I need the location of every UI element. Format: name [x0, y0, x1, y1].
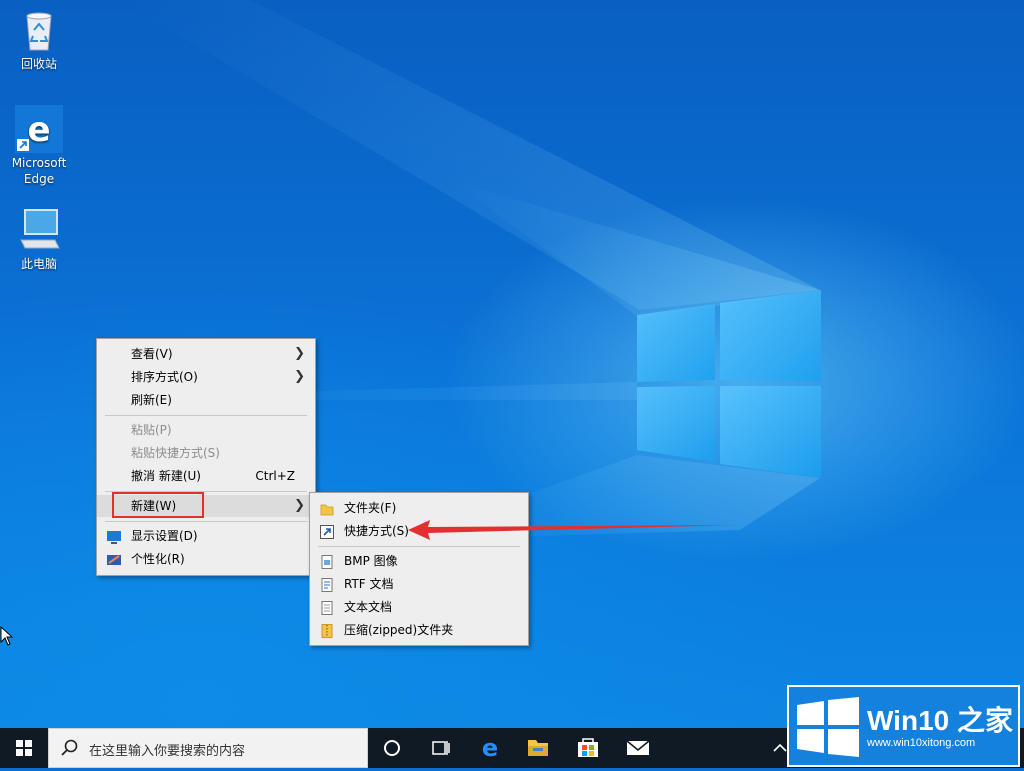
- computer-icon: [15, 206, 63, 254]
- zip-folder-icon: [320, 623, 334, 638]
- desktop-icon-label: Microsoft Edge: [11, 156, 67, 186]
- rtf-file-icon: [320, 577, 334, 592]
- recycle-bin-icon: [15, 6, 63, 54]
- menu-separator: [318, 546, 520, 547]
- svg-text:e: e: [27, 110, 50, 150]
- folder-icon: [320, 501, 334, 516]
- shortcut-icon: [320, 524, 334, 539]
- menu-item-label: 刷新(E): [131, 393, 172, 407]
- menu-item-label: 粘贴(P): [131, 423, 172, 437]
- menu-item-label: 粘贴快捷方式(S): [131, 446, 220, 460]
- chevron-right-icon: ❯: [294, 346, 305, 361]
- new-submenu: 文件夹(F) 快捷方式(S) BMP 图像 RTF 文档 文本文档 压缩(zip…: [309, 492, 529, 646]
- menu-separator: [105, 521, 307, 522]
- taskbar-edge-button[interactable]: e: [468, 728, 512, 768]
- edge-icon: e: [15, 105, 63, 153]
- cortana-icon: [384, 740, 400, 756]
- menu-item-refresh[interactable]: 刷新(E): [97, 389, 315, 411]
- desktop[interactable]: 回收站 e Microsoft Edge 此电脑 查看(V) ❯ 排序方式(O): [0, 0, 1024, 728]
- menu-item-view[interactable]: 查看(V) ❯: [97, 343, 315, 365]
- highlight-box: [112, 492, 204, 518]
- desktop-icon-recycle-bin[interactable]: 回收站: [7, 6, 71, 72]
- submenu-item-rtf[interactable]: RTF 文档: [310, 573, 528, 595]
- edge-icon: e: [482, 734, 498, 762]
- menu-item-sort-by[interactable]: 排序方式(O) ❯: [97, 366, 315, 388]
- menu-item-label: 排序方式(O): [131, 370, 198, 384]
- personalize-icon: [107, 552, 121, 566]
- submenu-item-text[interactable]: 文本文档: [310, 596, 528, 618]
- text-file-icon: [320, 600, 334, 615]
- file-explorer-icon: [528, 740, 548, 756]
- mail-icon: [626, 740, 650, 755]
- menu-separator: [105, 415, 307, 416]
- task-view-button[interactable]: [418, 728, 462, 768]
- menu-item-shortcut: Ctrl+Z: [255, 469, 295, 483]
- menu-item-label: 文件夹(F): [344, 501, 397, 515]
- windows-logo-icon: [16, 740, 32, 756]
- menu-item-paste[interactable]: 粘贴(P): [97, 419, 315, 441]
- start-button[interactable]: [0, 728, 48, 768]
- display-settings-icon: [107, 529, 121, 544]
- menu-item-label: 撤消 新建(U): [131, 469, 201, 483]
- watermark-url: www.win10xitong.com: [867, 737, 976, 749]
- windows-logo-icon: [797, 697, 859, 757]
- desktop-icon-edge[interactable]: e Microsoft Edge: [7, 105, 71, 187]
- menu-item-undo-new[interactable]: 撤消 新建(U) Ctrl+Z: [97, 465, 315, 487]
- menu-item-label: 压缩(zipped)文件夹: [344, 623, 454, 637]
- mouse-cursor-icon: [0, 626, 14, 646]
- menu-item-display-settings[interactable]: 显示设置(D): [97, 525, 315, 547]
- task-view-icon: [432, 741, 450, 755]
- desktop-icon-label: 此电脑: [20, 257, 57, 271]
- svg-text:e: e: [482, 734, 498, 762]
- submenu-item-zip[interactable]: 压缩(zipped)文件夹: [310, 619, 528, 641]
- submenu-item-folder[interactable]: 文件夹(F): [310, 497, 528, 519]
- chevron-right-icon: ❯: [294, 369, 305, 384]
- menu-item-label: 文本文档: [344, 600, 393, 614]
- desktop-icon-this-pc[interactable]: 此电脑: [7, 206, 71, 272]
- search-icon: [61, 739, 78, 756]
- watermark-title: Win10 之家: [867, 705, 1013, 736]
- store-icon: [578, 738, 598, 757]
- search-placeholder: 在这里输入你要搜索的内容: [89, 744, 246, 759]
- submenu-item-bmp[interactable]: BMP 图像: [310, 550, 528, 572]
- bmp-file-icon: [320, 554, 334, 569]
- menu-item-label: 查看(V): [131, 347, 173, 361]
- desktop-context-menu: 查看(V) ❯ 排序方式(O) ❯ 刷新(E) 粘贴(P) 粘贴快捷方式(S) …: [96, 338, 316, 576]
- site-watermark: Win10 之家 www.win10xitong.com: [787, 685, 1020, 767]
- cortana-button[interactable]: [370, 728, 414, 768]
- menu-item-label: BMP 图像: [344, 554, 398, 568]
- menu-item-label: 个性化(R): [131, 552, 185, 566]
- menu-item-label: RTF 文档: [344, 577, 394, 591]
- chevron-right-icon: ❯: [294, 498, 305, 513]
- desktop-icon-label: 回收站: [20, 57, 57, 71]
- menu-item-label: 快捷方式(S): [344, 524, 409, 538]
- menu-item-label: 显示设置(D): [131, 529, 198, 543]
- menu-item-paste-shortcut[interactable]: 粘贴快捷方式(S): [97, 442, 315, 464]
- taskbar-mail-button[interactable]: [616, 728, 660, 768]
- taskbar-file-explorer-button[interactable]: [516, 728, 560, 768]
- menu-item-personalize[interactable]: 个性化(R): [97, 548, 315, 570]
- taskbar-search-box[interactable]: 在这里输入你要搜索的内容: [48, 728, 368, 768]
- annotation-arrow: [408, 520, 736, 540]
- taskbar-store-button[interactable]: [566, 728, 610, 768]
